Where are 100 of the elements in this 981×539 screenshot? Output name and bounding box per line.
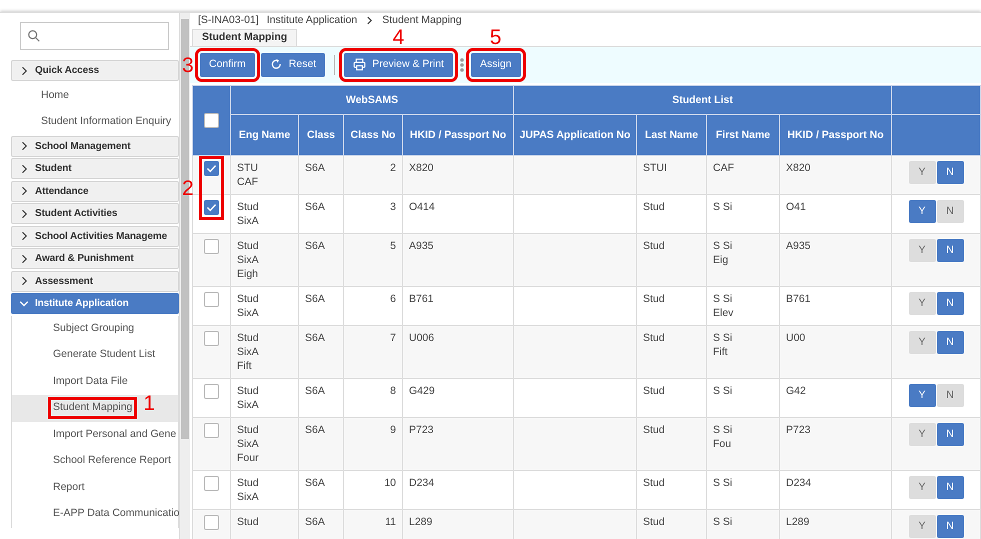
toggle-option[interactable]: Y xyxy=(908,200,936,222)
menu-section-header[interactable]: Attendance xyxy=(11,180,179,202)
menu-item[interactable]: Subject Grouping xyxy=(12,316,178,342)
checkbox[interactable] xyxy=(204,384,219,398)
menu-item[interactable]: Generate Student List xyxy=(12,342,178,368)
table-cell-text: Stud xyxy=(643,238,665,252)
table-cell-text: S6A xyxy=(305,476,325,490)
checkbox[interactable] xyxy=(204,112,219,128)
callout-number: 5 xyxy=(490,26,502,48)
toggle-option[interactable]: N xyxy=(936,238,964,262)
table-cell-text: Elev xyxy=(713,306,734,320)
table-cell-text: P723 xyxy=(409,422,434,436)
toggle-option[interactable]: Y xyxy=(908,476,936,498)
table-cell-text: A935 xyxy=(409,238,434,252)
search-icon xyxy=(27,29,41,43)
column-group-header: WebSAMS xyxy=(346,94,398,106)
table-cell-text: Stud xyxy=(237,422,259,436)
menu-section-header[interactable]: Student Activities xyxy=(11,203,179,224)
table-cell-text: 11 xyxy=(385,514,396,528)
toggle-option[interactable]: N xyxy=(936,476,964,498)
table-cell-text: Eig xyxy=(713,252,728,266)
checkbox[interactable] xyxy=(204,330,219,346)
table-cell-text: S Si xyxy=(713,292,732,306)
table-cell-text: SixA xyxy=(237,436,259,450)
search-field[interactable] xyxy=(20,22,169,50)
toggle-option[interactable]: N xyxy=(936,384,964,406)
table-cell-text: S6A xyxy=(305,514,325,528)
table-cell-text: S Si xyxy=(713,330,732,344)
breadcrumb-item: [S-INA03-01] xyxy=(198,13,259,28)
checkbox[interactable] xyxy=(204,200,219,214)
menu-section-header[interactable]: Assessment xyxy=(11,270,179,292)
toggle-option[interactable]: Y xyxy=(908,292,936,314)
table-cell-text: 3 xyxy=(390,200,396,214)
menu-section-header[interactable]: School Management xyxy=(11,136,179,156)
checkbox[interactable] xyxy=(204,476,219,490)
menu-item[interactable]: E-APP Data Communicatio xyxy=(12,501,178,528)
column-header: First Name xyxy=(716,128,770,140)
menu-item[interactable]: Report xyxy=(12,474,178,501)
callout-number: 1 xyxy=(143,393,156,414)
menu-section-header[interactable]: Award & Punishment xyxy=(11,248,179,269)
toggle-option[interactable]: Y xyxy=(908,384,936,406)
table-cell-text: S Si xyxy=(713,422,732,436)
table-cell-text: 9 xyxy=(390,422,396,436)
table-cell-text: CAF xyxy=(713,160,734,174)
toolbar-button[interactable]: Assign xyxy=(470,52,520,76)
breadcrumb-item[interactable]: Institute Application xyxy=(266,13,358,29)
menu-item[interactable]: School Reference Report xyxy=(12,448,178,474)
more-vertical-icon xyxy=(458,56,465,74)
column-header: Class xyxy=(306,128,336,140)
toggle-option[interactable]: N xyxy=(936,160,964,184)
toolbar-button[interactable]: Confirm xyxy=(200,52,255,76)
toggle-option[interactable]: N xyxy=(936,330,964,354)
table-cell-text: Stud xyxy=(237,514,259,528)
table-cell-text: 7 xyxy=(390,330,396,344)
menu-item-label: Student Mapping xyxy=(48,397,138,420)
table-cell-text: STU xyxy=(237,160,258,174)
table-cell-text: Stud xyxy=(237,292,259,306)
toggle-option[interactable]: Y xyxy=(908,422,936,446)
toggle-option[interactable]: N xyxy=(936,422,964,446)
table-cell-text: SixA xyxy=(237,252,259,266)
menu-section-header[interactable]: School Activities Manageme xyxy=(11,226,179,246)
table-cell-text: Fou xyxy=(713,436,732,450)
table-cell-text: Stud xyxy=(643,514,665,528)
breadcrumb-item[interactable]: Student Mapping xyxy=(382,13,462,29)
menu-item[interactable]: Home xyxy=(11,82,179,109)
table-cell-text: SixA xyxy=(237,214,259,228)
menu-section-header[interactable]: Student xyxy=(11,158,179,179)
table-cell-text: S6A xyxy=(305,330,325,344)
menu-item[interactable]: Import Data File xyxy=(12,368,178,395)
menu-item[interactable]: Student Information Enquiry xyxy=(11,109,179,136)
table-cell-text: S Si xyxy=(713,476,732,490)
table-cell-text: S Si xyxy=(713,514,732,528)
menu-item[interactable]: Import Personal and Gene xyxy=(12,422,178,448)
menu-section-header[interactable]: Institute Application xyxy=(11,293,179,314)
menu-section-header[interactable]: Quick Access xyxy=(11,60,179,81)
column-header: JUPAS Application No xyxy=(520,128,630,140)
checkbox[interactable] xyxy=(204,514,219,530)
toggle-option[interactable]: N xyxy=(936,200,964,222)
table-cell-text: B761 xyxy=(409,292,434,306)
toggle-option[interactable]: Y xyxy=(908,160,936,184)
reset-button[interactable]: Reset xyxy=(260,52,326,76)
column-header: Class No xyxy=(350,128,396,140)
checkbox[interactable] xyxy=(204,238,219,254)
checkbox[interactable] xyxy=(204,422,219,438)
table-cell-text: L289 xyxy=(409,514,432,528)
toggle-option[interactable]: Y xyxy=(908,514,936,538)
checkbox[interactable] xyxy=(204,292,219,306)
table-cell-text: S6A xyxy=(305,292,325,306)
table-cell-text: Stud xyxy=(237,330,259,344)
column-header: HKID / Passport No xyxy=(410,128,506,140)
tab[interactable]: Student Mapping xyxy=(192,28,298,46)
toggle-option[interactable]: Y xyxy=(908,238,936,262)
print-button[interactable]: Preview & Print xyxy=(344,52,453,76)
toggle-option[interactable]: N xyxy=(936,514,964,538)
table-cell-text: Stud xyxy=(643,292,665,306)
checkbox[interactable] xyxy=(204,160,219,176)
table-cell-text: Stud xyxy=(643,200,665,214)
callout-number: 4 xyxy=(392,26,404,48)
toggle-option[interactable]: Y xyxy=(908,330,936,354)
toggle-option[interactable]: N xyxy=(936,292,964,314)
